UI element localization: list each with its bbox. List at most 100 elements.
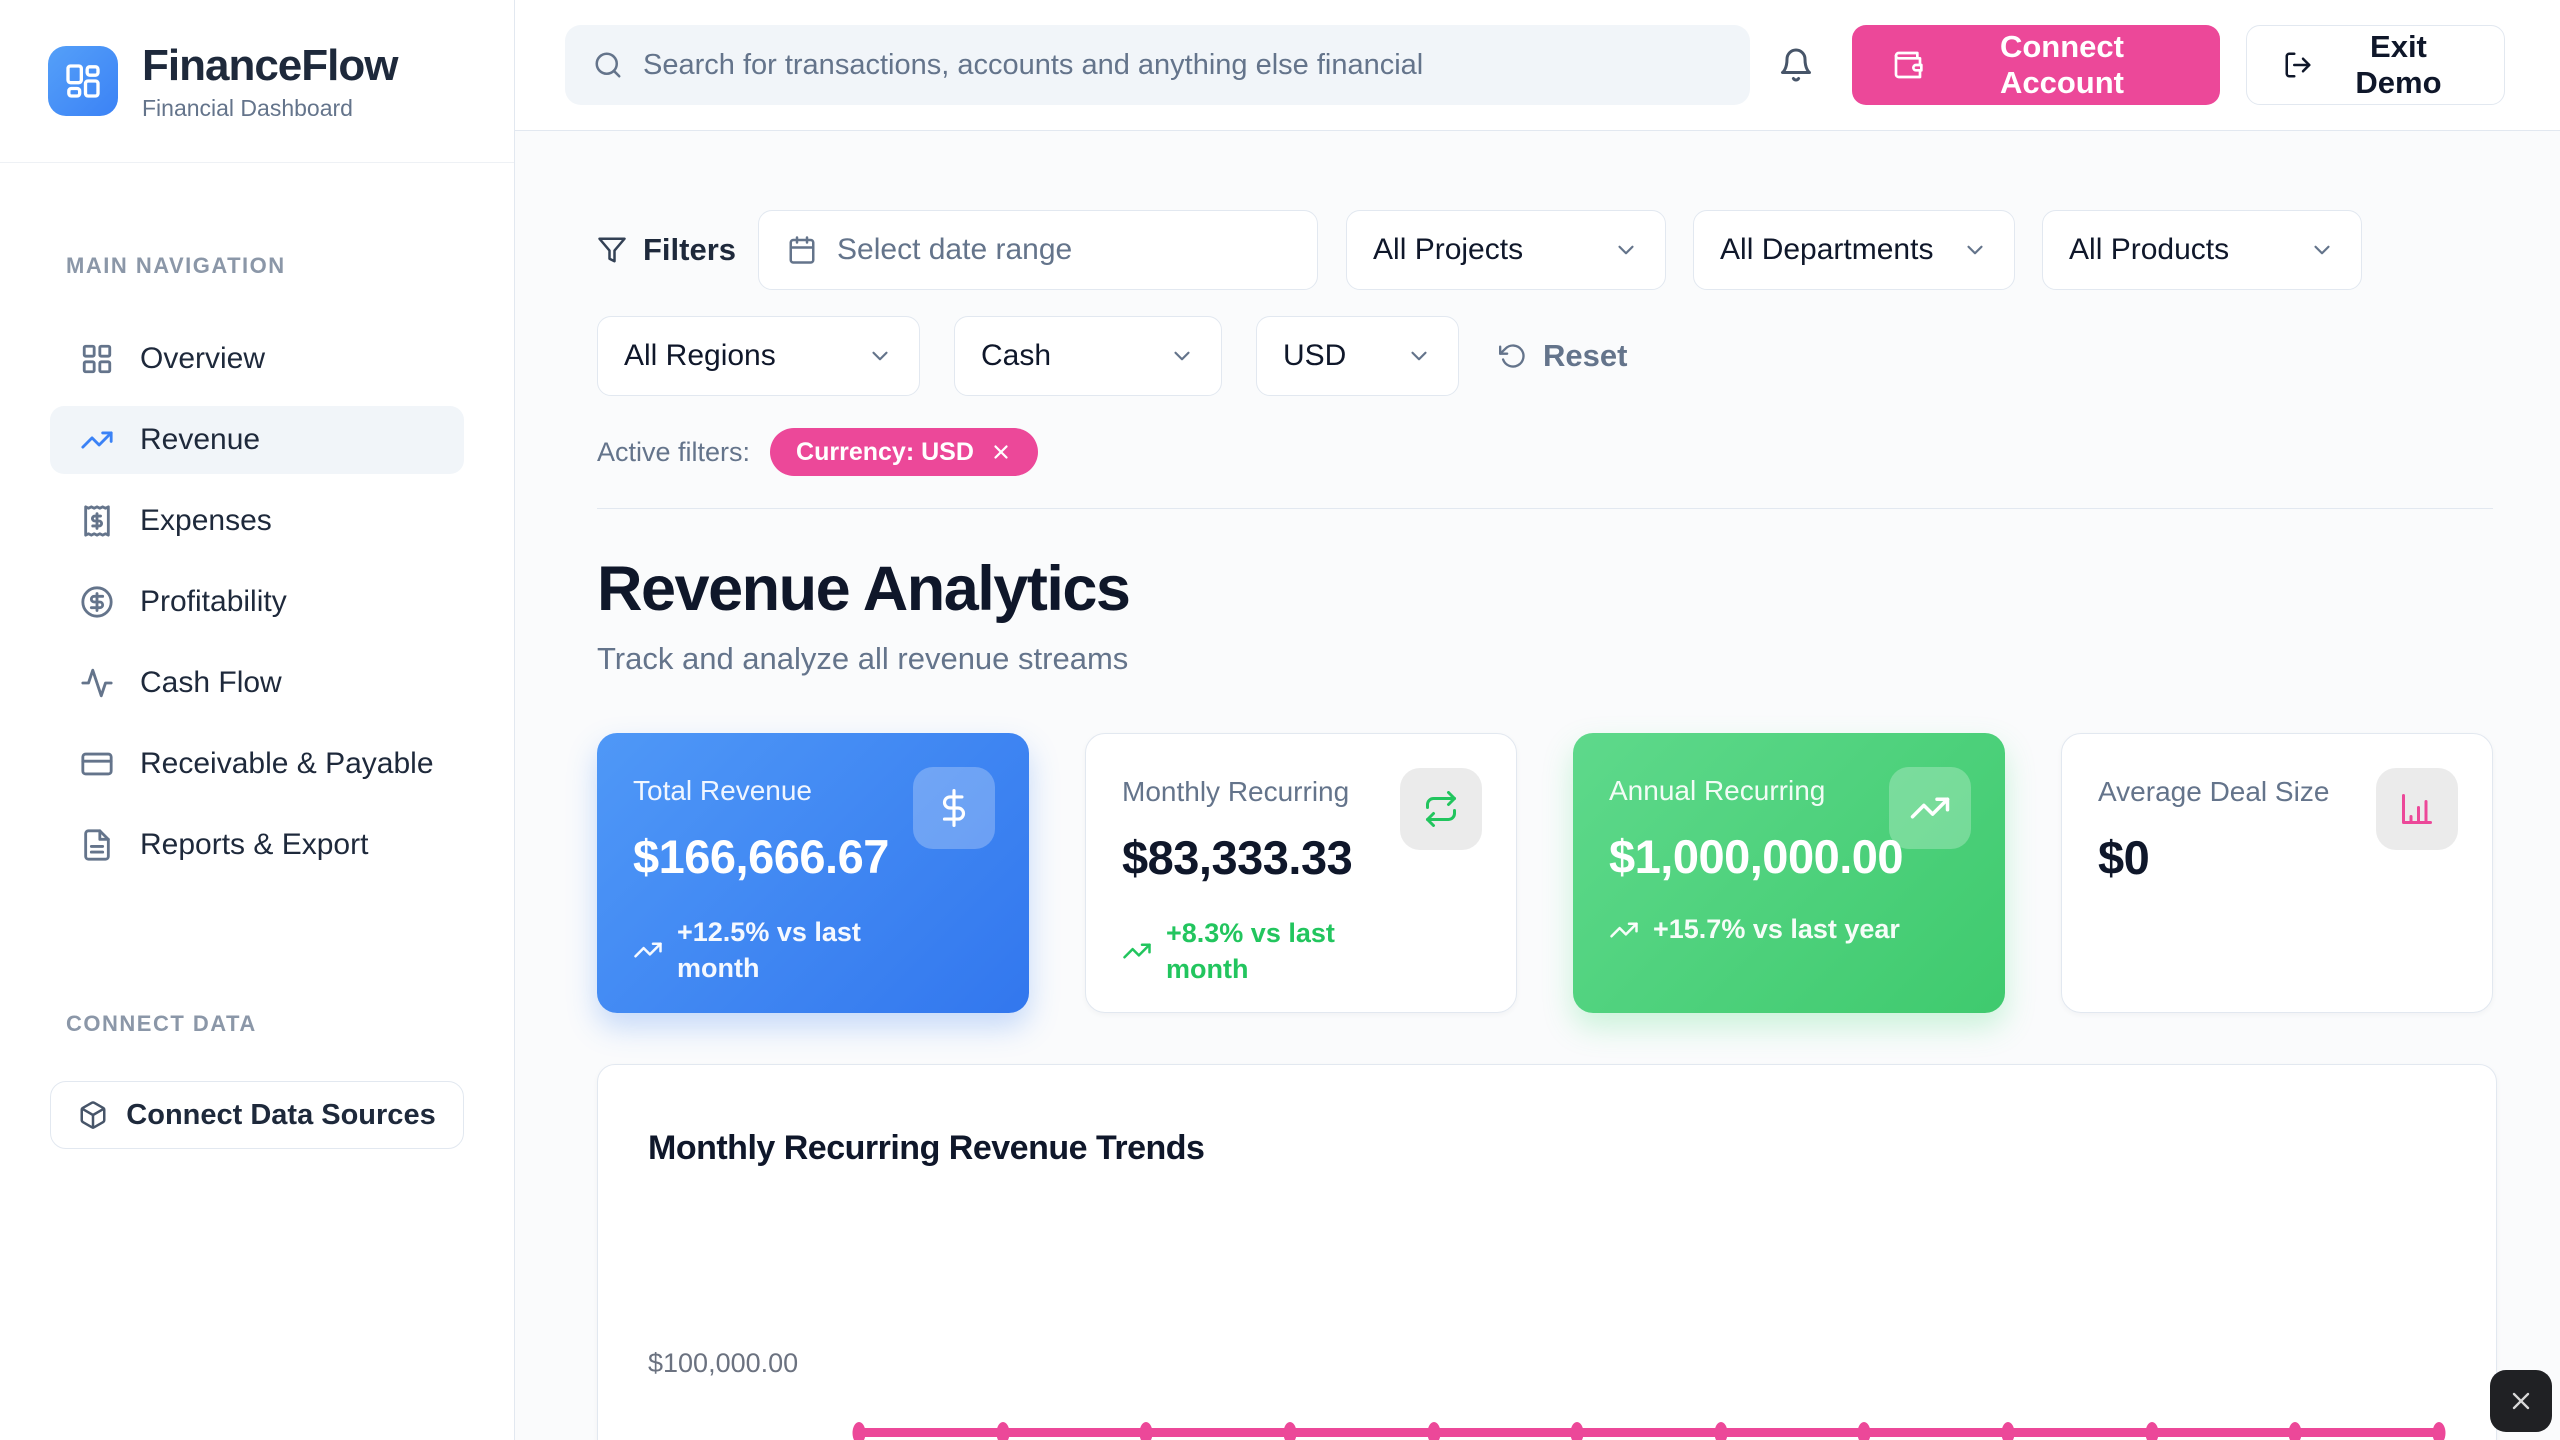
filters-row-2: All Regions Cash USD Reset <box>597 316 2493 396</box>
funnel-icon <box>597 235 627 265</box>
app-logo-icon <box>48 46 118 116</box>
kpi-card-average-deal-size[interactable]: Average Deal Size $0 <box>2061 733 2493 1013</box>
products-select-value: All Products <box>2069 233 2229 267</box>
connect-data-sources-button[interactable]: Connect Data Sources <box>50 1081 464 1149</box>
close-icon <box>2507 1387 2535 1415</box>
search-input[interactable] <box>643 49 1722 82</box>
overlay-close-button[interactable] <box>2490 1370 2552 1432</box>
chevron-down-icon <box>847 343 893 369</box>
notifications-button[interactable] <box>1778 47 1814 83</box>
main-content: Filters All Projects All Departments All… <box>515 131 2560 1440</box>
calendar-icon <box>787 235 817 265</box>
connect-section-label: CONNECT DATA <box>66 1011 464 1037</box>
sidebar-item-label: Revenue <box>140 423 260 457</box>
reset-filters-button[interactable]: Reset <box>1499 338 1627 374</box>
filters-label: Filters <box>643 232 736 268</box>
regions-select-value: All Regions <box>624 339 776 373</box>
chart-area: $100,000.00 $75,000.00 <box>648 1178 2446 1440</box>
dashboard-icon <box>80 342 114 376</box>
sidebar-item-revenue[interactable]: Revenue <box>50 406 464 474</box>
credit-card-icon <box>80 747 114 781</box>
kpi-card-total-revenue[interactable]: Total Revenue $166,666.67 +12.5% vs last… <box>597 733 1029 1013</box>
trending-up-icon <box>80 423 114 457</box>
filter-chip-label: Currency: USD <box>796 438 974 467</box>
products-select[interactable]: All Products <box>2042 210 2362 290</box>
kpi-change-text: +12.5% vs last month <box>677 914 913 987</box>
sidebar-item-expenses[interactable]: Expenses <box>50 487 464 555</box>
wallet-icon <box>1892 49 1924 81</box>
projects-select[interactable]: All Projects <box>1346 210 1666 290</box>
exit-demo-button[interactable]: Exit Demo <box>2246 25 2505 105</box>
trending-up-icon <box>1609 915 1639 945</box>
filter-chip-currency[interactable]: Currency: USD <box>770 428 1038 476</box>
file-text-icon <box>80 828 114 862</box>
section-divider <box>597 508 2493 509</box>
regions-select[interactable]: All Regions <box>597 316 920 396</box>
kpi-change: +15.7% vs last year <box>1609 914 1969 945</box>
chart-title: Monthly Recurring Revenue Trends <box>648 1129 2446 1168</box>
sidebar-item-label: Reports & Export <box>140 828 368 862</box>
accounting-method-select[interactable]: Cash <box>954 316 1222 396</box>
brand-tagline: Financial Dashboard <box>142 95 397 122</box>
currency-select[interactable]: USD <box>1256 316 1459 396</box>
sidebar: FinanceFlow Financial Dashboard MAIN NAV… <box>0 0 515 1440</box>
brand-name: FinanceFlow <box>142 41 397 91</box>
chevron-down-icon <box>1386 343 1432 369</box>
trending-up-icon <box>633 935 663 965</box>
departments-select[interactable]: All Departments <box>1693 210 2015 290</box>
top-bar: Connect Account Exit Demo <box>515 0 2560 131</box>
exit-demo-label: Exit Demo <box>2329 29 2468 101</box>
chevron-down-icon <box>1149 343 1195 369</box>
trending-up-icon <box>1122 936 1152 966</box>
sidebar-item-label: Receivable & Payable <box>140 747 434 781</box>
filters-title: Filters <box>597 232 736 268</box>
kpi-card-annual-recurring[interactable]: Annual Recurring $1,000,000.00 +15.7% vs… <box>1573 733 2005 1013</box>
connect-account-label: Connect Account <box>1944 29 2180 101</box>
chevron-down-icon <box>1593 237 1639 263</box>
dollar-icon <box>913 767 995 849</box>
activity-icon <box>80 666 114 700</box>
kpi-change: +8.3% vs last month <box>1122 915 1480 988</box>
brand-text: FinanceFlow Financial Dashboard <box>142 41 397 122</box>
kpi-change: +12.5% vs last month <box>633 914 993 987</box>
sidebar-item-reports-export[interactable]: Reports & Export <box>50 811 464 879</box>
receipt-icon <box>80 504 114 538</box>
sidebar-item-label: Overview <box>140 342 265 376</box>
log-out-icon <box>2283 50 2313 80</box>
cube-icon <box>78 1100 108 1130</box>
active-filters-row: Active filters: Currency: USD <box>597 428 2493 476</box>
repeat-icon <box>1400 768 1482 850</box>
active-filters-label: Active filters: <box>597 437 750 468</box>
dollar-circle-icon <box>80 585 114 619</box>
kpi-change-text: +8.3% vs last month <box>1166 915 1402 988</box>
date-range-field[interactable] <box>837 233 1289 267</box>
departments-select-value: All Departments <box>1720 233 1933 267</box>
trend-line <box>853 1428 2445 1437</box>
connect-data-section: CONNECT DATA Connect Data Sources <box>0 1011 514 1149</box>
sidebar-item-cash-flow[interactable]: Cash Flow <box>50 649 464 717</box>
sidebar-item-receivable-payable[interactable]: Receivable & Payable <box>50 730 464 798</box>
close-icon[interactable] <box>990 441 1012 463</box>
bar-chart-icon <box>2376 768 2458 850</box>
connect-account-button[interactable]: Connect Account <box>1852 25 2220 105</box>
kpi-cards: Total Revenue $166,666.67 +12.5% vs last… <box>597 733 2493 1013</box>
kpi-card-monthly-recurring[interactable]: Monthly Recurring $83,333.33 +8.3% vs la… <box>1085 733 1517 1013</box>
sidebar-item-overview[interactable]: Overview <box>50 325 464 393</box>
brand: FinanceFlow Financial Dashboard <box>0 0 514 163</box>
sidebar-item-profitability[interactable]: Profitability <box>50 568 464 636</box>
reset-label: Reset <box>1543 338 1627 374</box>
sidebar-item-label: Profitability <box>140 585 287 619</box>
y-axis-tick: $100,000.00 <box>648 1348 798 1379</box>
search-bar[interactable] <box>565 25 1750 105</box>
date-range-input[interactable] <box>758 210 1318 290</box>
bell-icon <box>1778 47 1814 83</box>
kpi-change-text: +15.7% vs last year <box>1653 914 1900 945</box>
connect-data-sources-label: Connect Data Sources <box>126 1099 435 1132</box>
main-navigation: MAIN NAVIGATION Overview Revenue Expense… <box>0 253 514 879</box>
page-title: Revenue Analytics <box>597 553 2493 625</box>
sidebar-item-label: Expenses <box>140 504 272 538</box>
search-icon <box>593 50 623 80</box>
filters-row-1: Filters All Projects All Departments All… <box>597 210 2493 290</box>
page-subtitle: Track and analyze all revenue streams <box>597 641 2493 677</box>
currency-select-value: USD <box>1283 339 1346 373</box>
